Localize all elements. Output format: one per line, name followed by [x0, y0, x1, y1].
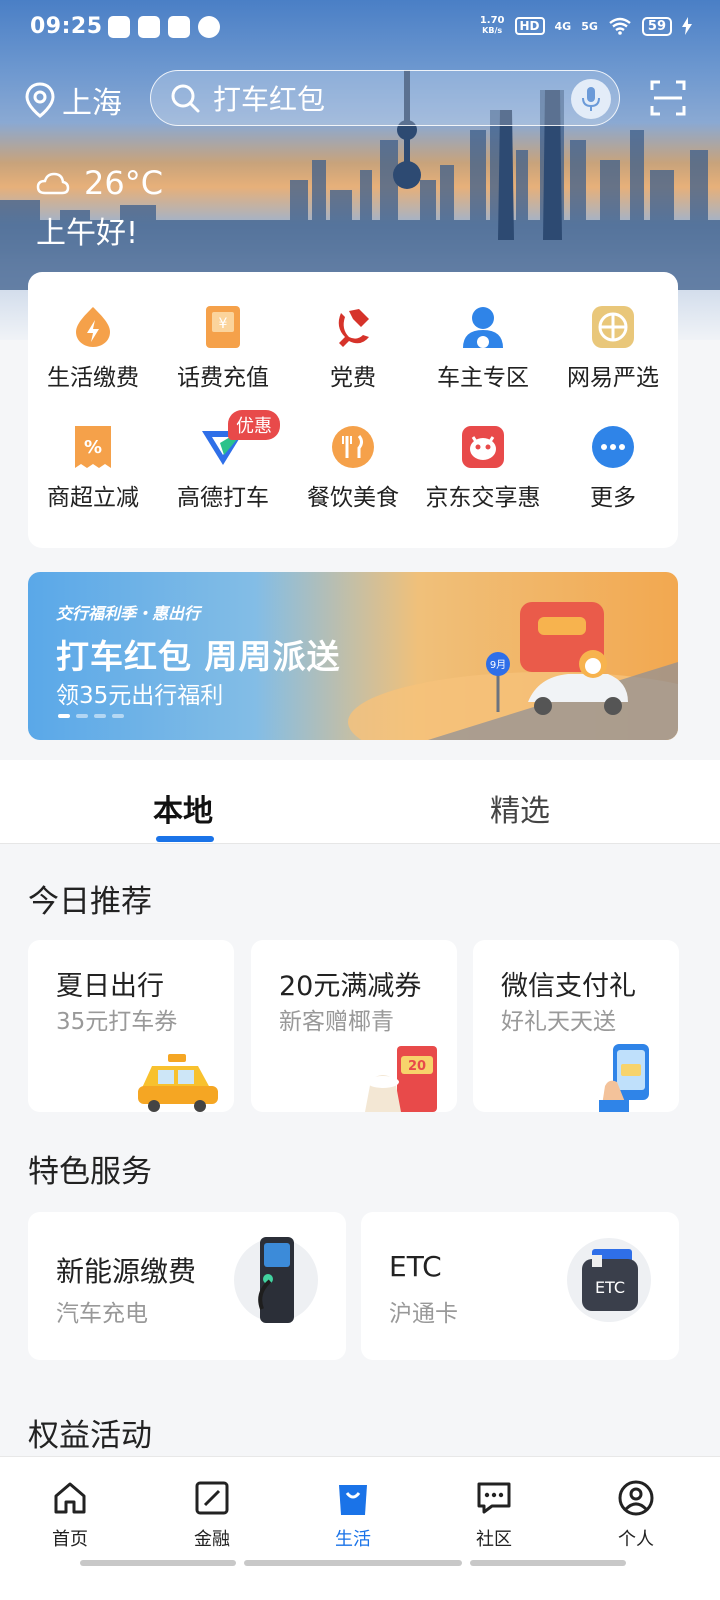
- city-name: 上海: [62, 86, 122, 121]
- pagination-dot: [112, 714, 124, 718]
- bolt-icon: [76, 307, 110, 347]
- cloudy-icon: [36, 172, 70, 195]
- banner-subtitle: 领35元出行福利: [56, 683, 224, 709]
- etc-device-illustration: ETC: [567, 1238, 651, 1322]
- gesture-bar: [470, 1560, 626, 1566]
- svg-text:%: %: [84, 437, 102, 458]
- banner-pagination: [58, 714, 124, 718]
- etc-icon: ETC: [582, 1249, 638, 1311]
- nav-profile[interactable]: 个人: [586, 1477, 686, 1551]
- section-title-today: 今日推荐: [28, 884, 152, 920]
- section-title-rights: 权益活动: [28, 1418, 152, 1454]
- nav-community[interactable]: 社区: [444, 1477, 544, 1551]
- city-selector[interactable]: 上海: [24, 78, 122, 122]
- service-amap-taxi[interactable]: 优惠 高德打车: [158, 410, 288, 542]
- notification-app-icon: [138, 16, 160, 38]
- promo-banner[interactable]: 9月 交行福利季・惠出行 打车红包 周周派送 领35元出行福利: [28, 572, 678, 740]
- scan-icon: [650, 80, 686, 116]
- netease-icon: [592, 306, 634, 348]
- section-title-featured: 特色服务: [28, 1154, 152, 1190]
- voice-search-button[interactable]: [571, 79, 611, 119]
- search-placeholder: 打车红包: [213, 83, 326, 116]
- nav-finance[interactable]: 金融: [162, 1477, 262, 1551]
- phone-bill-icon: ¥: [206, 306, 240, 348]
- message-notification-icon: [198, 16, 220, 38]
- weather-widget[interactable]: 26°C 上午好!: [36, 164, 163, 252]
- discount-icon: %: [75, 426, 111, 468]
- notification-app-icon: [108, 16, 130, 38]
- service-card-ev-charging[interactable]: 新能源缴费 汽车充电: [28, 1212, 346, 1360]
- temperature: 26°C: [84, 164, 164, 202]
- pagination-dot: [76, 714, 88, 718]
- location-pin-icon: [25, 82, 55, 118]
- search-bar[interactable]: 打车红包: [150, 70, 620, 126]
- microphone-icon: [582, 87, 600, 111]
- scan-button[interactable]: [650, 80, 686, 120]
- party-emblem-icon: [338, 309, 369, 347]
- status-bar: 09:25 1.70 KB/s HD 4G 5G 59: [0, 0, 720, 56]
- user-icon: [618, 1480, 654, 1516]
- signal-4g-icon: 4G: [554, 19, 572, 33]
- svg-text:20: 20: [408, 1059, 426, 1074]
- tab-local[interactable]: 本地: [153, 786, 213, 830]
- more-icon: [592, 426, 634, 468]
- recommend-card[interactable]: 夏日出行 35元打车券: [28, 940, 234, 1112]
- hd-indicator: HD: [514, 17, 545, 35]
- svg-text:¥: ¥: [219, 316, 228, 332]
- wifi-icon: [609, 17, 631, 35]
- active-tab-indicator: [156, 836, 214, 842]
- chat-icon: [477, 1482, 511, 1514]
- notification-app-icon: [168, 16, 190, 38]
- coupon-illustration: 20: [365, 1046, 437, 1112]
- banner-tag: 交行福利季・惠出行: [56, 604, 201, 623]
- notification-icons: [108, 16, 220, 38]
- service-jd[interactable]: 京东交享惠: [418, 422, 548, 542]
- shopping-bag-icon: [339, 1485, 367, 1515]
- network-speed: 1.70 KB/s: [479, 15, 505, 36]
- service-dining[interactable]: 餐饮美食: [288, 422, 418, 542]
- jd-icon: [462, 426, 504, 468]
- phone-payment-illustration: [599, 1044, 649, 1112]
- charging-icon: [682, 17, 692, 35]
- service-card-etc[interactable]: ETC 沪通卡 ETC: [361, 1212, 679, 1360]
- banner-title: 打车红包 周周派送: [56, 637, 341, 676]
- recommend-card[interactable]: 20元满减券 新客赠椰青 20: [251, 940, 457, 1112]
- finance-icon: [195, 1481, 229, 1515]
- recommend-card[interactable]: 微信支付礼 好礼天天送: [473, 940, 679, 1112]
- search-icon: [171, 84, 200, 113]
- greeting: 上午好!: [36, 216, 139, 251]
- bottom-nav: 首页 金融 生活 社区 个人: [0, 1456, 720, 1600]
- taxi-illustration: [138, 1054, 218, 1112]
- charger-icon: [258, 1237, 294, 1323]
- status-time: 09:25: [30, 14, 103, 39]
- tab-featured[interactable]: 精选: [490, 786, 550, 830]
- gesture-bar: [80, 1560, 236, 1566]
- svg-text:ETC: ETC: [595, 1278, 625, 1297]
- pagination-dot: [58, 714, 70, 718]
- content-tabs: 本地 精选: [0, 760, 720, 844]
- service-more[interactable]: 更多: [548, 422, 678, 542]
- pagination-dot: [94, 714, 106, 718]
- signal-5g-icon: 5G: [581, 19, 598, 33]
- service-phone-recharge[interactable]: ¥ 话费充值: [158, 302, 288, 422]
- service-supermarket-discount[interactable]: % 商超立减: [28, 422, 158, 542]
- gesture-bar: [244, 1560, 462, 1566]
- service-car-owner[interactable]: 车主专区: [418, 302, 548, 422]
- service-grid-card: 生活缴费 ¥ 话费充值 党费 车主专区 网易严选 % 商超立减 优惠 高德打车: [28, 272, 678, 548]
- ev-charger-illustration: [234, 1237, 318, 1323]
- nav-home[interactable]: 首页: [20, 1477, 120, 1551]
- service-netease-yanxuan[interactable]: 网易严选: [548, 302, 678, 422]
- top-bar: 上海 打车红包: [0, 68, 720, 130]
- dining-icon: [332, 426, 374, 468]
- car-owner-icon: [463, 307, 503, 348]
- service-utility-bills[interactable]: 生活缴费: [28, 302, 158, 422]
- battery-icon: 59: [641, 16, 672, 36]
- svg-text:9月: 9月: [490, 659, 506, 671]
- promo-badge: 优惠: [228, 410, 280, 440]
- service-party-fee[interactable]: 党费: [288, 302, 418, 422]
- home-icon: [54, 1482, 86, 1514]
- nav-life[interactable]: 生活: [303, 1477, 403, 1551]
